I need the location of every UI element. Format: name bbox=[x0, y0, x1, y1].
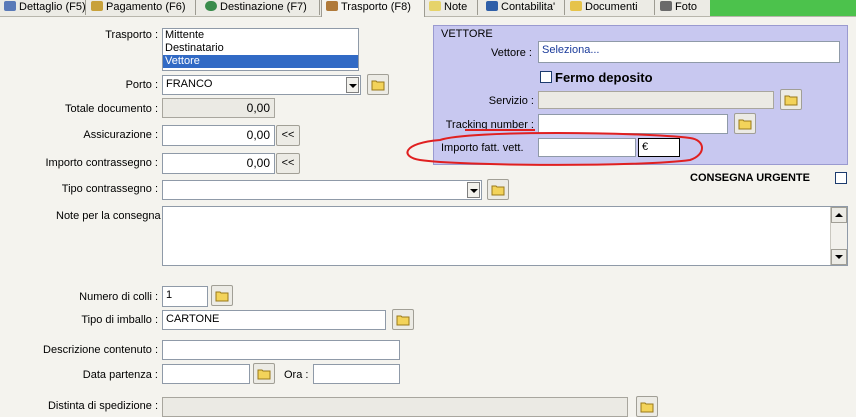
note-textarea[interactable] bbox=[162, 206, 848, 266]
porto-value: FRANCO bbox=[166, 78, 213, 90]
folder-icon bbox=[738, 119, 752, 130]
tab-note[interactable]: Note bbox=[425, 0, 478, 15]
tab-dettaglio[interactable]: Dettaglio (F5) bbox=[0, 0, 86, 15]
porto-label: Porto : bbox=[125, 79, 158, 91]
assicurazione-label: Assicurazione : bbox=[83, 129, 158, 141]
assicurazione-field[interactable]: 0,00 bbox=[162, 125, 275, 146]
folder-icon bbox=[371, 80, 385, 91]
tipo-contrassegno-label: Tipo contrassegno : bbox=[61, 183, 158, 195]
ora-label: Ora : bbox=[284, 369, 309, 381]
importo-label: Importo fatt. vett. bbox=[441, 142, 524, 154]
globe-icon bbox=[205, 1, 217, 11]
tab-foto[interactable]: Foto bbox=[656, 0, 711, 15]
servizio-label: Servizio : bbox=[488, 95, 534, 107]
tab-label: Note bbox=[444, 1, 468, 13]
imballo-field[interactable]: CARTONE bbox=[162, 310, 386, 330]
vettore-panel-title: VETTORE bbox=[441, 28, 493, 40]
servizio-folder-button[interactable] bbox=[780, 89, 802, 110]
documents-icon bbox=[570, 1, 582, 11]
trasporto-option-vettore[interactable]: Vettore bbox=[163, 55, 358, 68]
fermo-deposito-checkbox[interactable] bbox=[540, 71, 552, 83]
folder-icon bbox=[257, 369, 271, 380]
folder-icon bbox=[215, 291, 229, 302]
distinta-folder-button[interactable] bbox=[636, 396, 658, 417]
trasporto-option-destinatario[interactable]: Destinatario bbox=[163, 42, 358, 55]
tab-bar-accent bbox=[710, 0, 856, 16]
ora-field[interactable] bbox=[313, 364, 400, 384]
folder-icon bbox=[396, 315, 410, 326]
tab-label: Foto bbox=[675, 1, 698, 13]
note-icon bbox=[429, 1, 441, 11]
fermo-deposito-label: Fermo deposito bbox=[555, 70, 653, 85]
truck-icon bbox=[326, 1, 338, 11]
importo-field[interactable] bbox=[538, 138, 636, 157]
tracking-field[interactable] bbox=[538, 114, 728, 134]
contrassegno-shift-button[interactable]: << bbox=[276, 153, 300, 174]
folder-icon bbox=[491, 185, 505, 196]
colli-label: Numero di colli : bbox=[79, 291, 158, 303]
tab-label: Dettaglio (F5) bbox=[19, 1, 86, 13]
document-icon bbox=[4, 1, 16, 11]
vettore-panel: VETTORE Vettore : Seleziona... Fermo dep… bbox=[433, 25, 848, 165]
tab-contabilita[interactable]: Contabilita' bbox=[482, 0, 565, 15]
trasporto-listbox[interactable]: Mittente Destinatario Vettore bbox=[162, 28, 359, 71]
book-icon bbox=[486, 1, 498, 11]
tab-label: Documenti bbox=[585, 1, 638, 13]
note-label: Note per la consegna bbox=[56, 210, 161, 222]
camera-icon bbox=[660, 1, 672, 11]
tab-label: Destinazione (F7) bbox=[220, 1, 307, 13]
distinta-label: Distinta di spedizione : bbox=[47, 400, 158, 412]
contrassegno-field[interactable]: 0,00 bbox=[162, 153, 275, 174]
money-icon bbox=[91, 1, 103, 11]
annotation-underline bbox=[465, 129, 535, 131]
currency-field: € bbox=[638, 138, 680, 157]
tab-label: Pagamento (F6) bbox=[106, 1, 186, 13]
trasporto-label: Trasporto : bbox=[105, 29, 158, 41]
chevron-down-icon[interactable] bbox=[346, 77, 359, 93]
trasporto-option-mittente[interactable]: Mittente bbox=[163, 29, 358, 42]
imballo-label: Tipo di imballo : bbox=[81, 314, 158, 326]
contrassegno-label: Importo contrassegno : bbox=[45, 157, 158, 169]
folder-icon bbox=[640, 402, 654, 413]
porto-select[interactable]: FRANCO bbox=[162, 75, 361, 95]
scroll-down-icon[interactable] bbox=[831, 249, 847, 265]
porto-folder-button[interactable] bbox=[367, 74, 389, 95]
tab-trasporto[interactable]: Trasporto (F8) bbox=[321, 0, 425, 17]
consegna-urgente-label: CONSEGNA URGENTE bbox=[690, 172, 810, 184]
descrizione-field[interactable] bbox=[162, 340, 400, 360]
tab-label: Trasporto (F8) bbox=[341, 1, 411, 13]
distinta-field bbox=[162, 397, 628, 417]
vettore-field[interactable]: Seleziona... bbox=[538, 41, 840, 63]
assicurazione-shift-button[interactable]: << bbox=[276, 125, 300, 146]
data-partenza-calendar-button[interactable] bbox=[253, 363, 275, 384]
servizio-field bbox=[538, 91, 774, 109]
imballo-folder-button[interactable] bbox=[392, 309, 414, 330]
tipo-contrassegno-select[interactable] bbox=[162, 180, 482, 200]
note-scrollbar[interactable] bbox=[830, 207, 847, 265]
totale-label: Totale documento : bbox=[65, 103, 158, 115]
vettore-label: Vettore : bbox=[491, 47, 532, 59]
folder-icon bbox=[784, 95, 798, 106]
data-partenza-field[interactable] bbox=[162, 364, 250, 384]
tracking-folder-button[interactable] bbox=[734, 113, 756, 134]
totale-field: 0,00 bbox=[162, 98, 275, 118]
descrizione-label: Descrizione contenuto : bbox=[43, 344, 158, 356]
scroll-up-icon[interactable] bbox=[831, 207, 847, 223]
data-partenza-label: Data partenza : bbox=[82, 369, 158, 381]
colli-field[interactable]: 1 bbox=[162, 286, 208, 307]
tab-destinazione[interactable]: Destinazione (F7) bbox=[201, 0, 320, 15]
colli-folder-button[interactable] bbox=[211, 285, 233, 306]
tab-bar: Dettaglio (F5) Pagamento (F6) Destinazio… bbox=[0, 0, 856, 17]
tab-pagamento[interactable]: Pagamento (F6) bbox=[87, 0, 196, 15]
tipo-contrassegno-folder-button[interactable] bbox=[487, 179, 509, 200]
tab-documenti[interactable]: Documenti bbox=[566, 0, 655, 15]
consegna-urgente-checkbox[interactable] bbox=[835, 172, 847, 184]
tab-label: Contabilita' bbox=[501, 1, 556, 13]
chevron-down-icon[interactable] bbox=[467, 182, 480, 198]
